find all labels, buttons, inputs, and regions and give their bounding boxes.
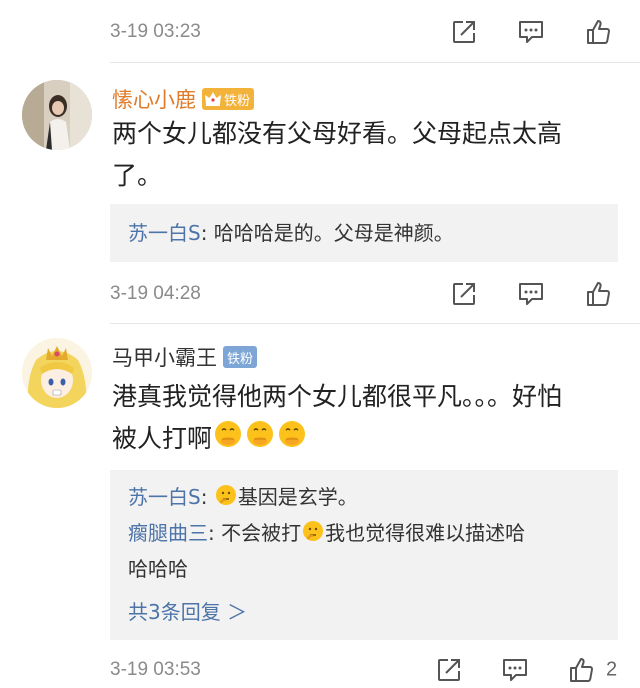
reply-text: 基因是玄学。 bbox=[237, 485, 358, 509]
username-row: 马甲小霸王 铁粉 bbox=[112, 342, 258, 372]
share-icon[interactable] bbox=[449, 279, 479, 309]
reply-item[interactable]: 瘸腿曲三: 不会被打 我也觉得很难以描述哈哈哈哈 bbox=[128, 516, 608, 586]
avatar[interactable] bbox=[22, 80, 92, 150]
reply-item[interactable]: 苏一白S: 基因是玄学。 bbox=[128, 480, 608, 516]
reply-text: : 哈哈哈是的。父母是神颜。 bbox=[200, 221, 454, 245]
thumbs-up-icon[interactable] bbox=[584, 17, 614, 47]
comment-timestamp: 3-19 03:23 bbox=[110, 21, 201, 42]
reply-item[interactable]: 苏一白S: 哈哈哈是的。父母是神颜。 bbox=[128, 216, 608, 250]
reply-text: 哈哈哈 bbox=[128, 556, 188, 581]
comment-icon[interactable] bbox=[516, 279, 546, 309]
reply-author[interactable]: 苏一白S bbox=[128, 221, 201, 245]
comment-timestamp: 3-19 04:28 bbox=[110, 283, 201, 304]
comment-action-bar: 3-19 03:23 bbox=[0, 12, 640, 52]
thumbs-up-icon[interactable] bbox=[567, 655, 597, 685]
reply-box: 苏一白S: 哈哈哈是的。父母是神颜。 bbox=[110, 204, 618, 262]
reply-text: : 不会被打 bbox=[208, 521, 302, 545]
thumbs-up-icon[interactable] bbox=[584, 279, 614, 309]
more-replies-link[interactable]: 共3条回复 ＞ bbox=[128, 596, 247, 625]
comment-timestamp: 3-19 03:53 bbox=[110, 659, 201, 680]
comment-text-line: 两个女儿都没有父母好看。父母起点太高 bbox=[112, 119, 563, 148]
thinking-emoji-icon bbox=[215, 482, 237, 516]
reply-text: 我也觉得很难以描述哈 bbox=[325, 521, 526, 545]
fan-badge: 铁粉 bbox=[223, 346, 258, 368]
avatar[interactable] bbox=[22, 338, 92, 408]
comment-text-line: 被人打啊 bbox=[112, 418, 612, 462]
comment-text-line: 了。 bbox=[112, 161, 163, 190]
comment-icon[interactable] bbox=[516, 17, 546, 47]
comment-text-segment: 被人打啊 bbox=[112, 424, 213, 453]
comment-action-bar: 3-19 04:28 bbox=[0, 274, 640, 314]
cover-mouth-emoji-icon bbox=[213, 419, 243, 462]
fan-badge-label: 铁粉 bbox=[224, 93, 251, 109]
comment-text: 港真我觉得他两个女儿都很平凡。。。好怕 被人打啊 bbox=[112, 376, 612, 462]
reply-author[interactable]: 苏一白S bbox=[128, 485, 201, 509]
username-row: 愫心小鹿 铁粉 bbox=[112, 84, 255, 114]
username[interactable]: 马甲小霸王 bbox=[112, 342, 217, 372]
comment-action-bar: 3-19 03:53 2 bbox=[0, 650, 640, 688]
divider bbox=[110, 62, 640, 63]
reply-text: : bbox=[200, 485, 214, 509]
thinking-emoji-icon bbox=[302, 518, 324, 552]
cover-mouth-emoji-icon bbox=[277, 419, 307, 462]
comment-text: 两个女儿都没有父母好看。父母起点太高 了。 bbox=[112, 113, 612, 197]
reply-author[interactable]: 瘸腿曲三 bbox=[128, 521, 208, 545]
fan-badge: 铁粉 bbox=[202, 88, 255, 110]
share-icon[interactable] bbox=[449, 17, 479, 47]
share-icon[interactable] bbox=[434, 655, 464, 685]
reply-box: 苏一白S: 基因是玄学。 瘸腿曲三: 不会被打 我也觉得很难以描述哈哈哈哈 共3条… bbox=[110, 470, 618, 640]
divider bbox=[110, 323, 640, 324]
crown-icon bbox=[204, 91, 222, 107]
cover-mouth-emoji-icon bbox=[245, 419, 275, 462]
username[interactable]: 愫心小鹿 bbox=[112, 84, 196, 114]
like-count: 2 bbox=[606, 658, 618, 681]
comment-icon[interactable] bbox=[500, 655, 530, 685]
comment-text-line: 港真我觉得他两个女儿都很平凡。。。好怕 bbox=[112, 382, 563, 411]
